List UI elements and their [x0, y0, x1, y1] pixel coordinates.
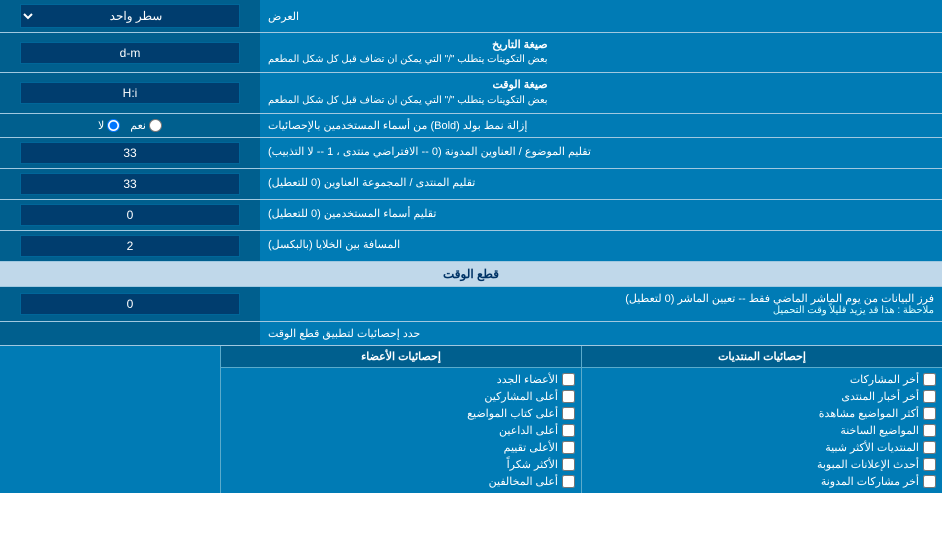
- checkbox-hot-topics[interactable]: [923, 424, 936, 437]
- checkbox-item: أعلى المخالفين: [227, 473, 575, 490]
- trim-forum-input-cell: [0, 169, 260, 199]
- trim-username-label: تقليم أسماء المستخدمين (0 للتعطيل): [260, 200, 942, 230]
- trim-subject-input[interactable]: [20, 142, 240, 164]
- trim-forum-input[interactable]: [20, 173, 240, 195]
- col-members-items: الأعضاء الجدد أعلى المشاركين أعلى كتاب ا…: [221, 368, 581, 493]
- trim-subject-row: تقليم الموضوع / العناوين المدونة (0 -- ا…: [0, 138, 942, 169]
- time-format-input[interactable]: [20, 82, 240, 104]
- checkbox-new-members[interactable]: [562, 373, 575, 386]
- radio-yes: نعم: [130, 119, 162, 132]
- display-select[interactable]: سطر واحد سطران ثلاثة أسطر: [20, 4, 240, 28]
- checkbox-top-posters[interactable]: [562, 390, 575, 403]
- checkbox-item: أعلى المشاركين: [227, 388, 575, 405]
- time-format-input-cell: [0, 73, 260, 112]
- col-members: إحصائيات الأعضاء الأعضاء الجدد أعلى المش…: [220, 346, 581, 493]
- radio-yes-input[interactable]: [149, 119, 162, 132]
- checkbox-item: أخر مشاركات المدونة: [588, 473, 936, 490]
- cell-spacing-label: المسافة بين الخلايا (بالبكسل): [260, 231, 942, 261]
- date-format-row: صيغة التاريخ بعض التكوينات يتطلب "/" الت…: [0, 33, 942, 73]
- limit-row: حدد إحصائيات لتطبيق قطع الوقت: [0, 322, 942, 346]
- trim-subject-input-cell: [0, 138, 260, 168]
- checkbox-most-viewed[interactable]: [923, 407, 936, 420]
- stats-columns: إحصائيات المنتديات أخر المشاركات أخر أخب…: [0, 346, 942, 493]
- checkbox-most-thanked[interactable]: [562, 458, 575, 471]
- display-row: العرض سطر واحد سطران ثلاثة أسطر: [0, 0, 942, 33]
- col-forums: إحصائيات المنتديات أخر المشاركات أخر أخب…: [581, 346, 942, 493]
- checkbox-similar-forums[interactable]: [923, 441, 936, 454]
- trim-subject-label: تقليم الموضوع / العناوين المدونة (0 -- ا…: [260, 138, 942, 168]
- checkbox-highest-rated[interactable]: [562, 441, 575, 454]
- time-format-row: صيغة الوقت بعض التكوينات يتطلب "/" التي …: [0, 73, 942, 113]
- trim-forum-row: تقليم المنتدى / المجموعة العناوين (0 للت…: [0, 169, 942, 200]
- checkbox-item: أعلى كتاب المواضيع: [227, 405, 575, 422]
- checkbox-item: أحدث الإعلانات المبوبة: [588, 456, 936, 473]
- trim-forum-label: تقليم المنتدى / المجموعة العناوين (0 للت…: [260, 169, 942, 199]
- radio-no-input[interactable]: [107, 119, 120, 132]
- col-members-title: إحصائيات الأعضاء: [221, 346, 581, 368]
- time-filter-input[interactable]: [20, 293, 240, 315]
- radio-no: لا: [98, 119, 120, 132]
- checkbox-item: الأكثر شكراً: [227, 456, 575, 473]
- checkbox-top-topic-authors[interactable]: [562, 407, 575, 420]
- checkbox-top-violators[interactable]: [562, 475, 575, 488]
- checkbox-last-posts[interactable]: [923, 373, 936, 386]
- checkbox-item: المواضيع الساخنة: [588, 422, 936, 439]
- trim-username-row: تقليم أسماء المستخدمين (0 للتعطيل): [0, 200, 942, 231]
- trim-username-input[interactable]: [20, 204, 240, 226]
- time-filter-label: فرز البيانات من يوم الماشر الماضي فقط --…: [260, 287, 942, 321]
- checkbox-item: أخر المشاركات: [588, 371, 936, 388]
- cell-spacing-input[interactable]: [20, 235, 240, 257]
- date-format-input-cell: [0, 33, 260, 72]
- checkbox-item: المنتديات الأكثر شبية: [588, 439, 936, 456]
- bold-label: إزالة نمط بولد (Bold) من أسماء المستخدمي…: [260, 114, 942, 137]
- col-forums-title: إحصائيات المنتديات: [582, 346, 942, 368]
- time-filter-row: فرز البيانات من يوم الماشر الماضي فقط --…: [0, 287, 942, 322]
- date-format-input[interactable]: [20, 42, 240, 64]
- display-label: العرض: [260, 0, 942, 32]
- checkbox-item: أكثر المواضيع مشاهدة: [588, 405, 936, 422]
- checkbox-recent-ads[interactable]: [923, 458, 936, 471]
- checkbox-last-news[interactable]: [923, 390, 936, 403]
- date-format-label: صيغة التاريخ بعض التكوينات يتطلب "/" الت…: [260, 33, 942, 72]
- checkbox-last-blog[interactable]: [923, 475, 936, 488]
- checkbox-item: الأعضاء الجدد: [227, 371, 575, 388]
- trim-username-input-cell: [0, 200, 260, 230]
- checkbox-item: أعلى الداعين: [227, 422, 575, 439]
- bold-row: إزالة نمط بولد (Bold) من أسماء المستخدمي…: [0, 114, 942, 138]
- limit-spacer: [0, 322, 260, 345]
- checkbox-item: الأعلى تقييم: [227, 439, 575, 456]
- time-section-header: قطع الوقت: [0, 262, 942, 287]
- cell-spacing-row: المسافة بين الخلايا (بالبكسل): [0, 231, 942, 262]
- col-empty: [0, 346, 220, 493]
- checkbox-item: أخر أخبار المنتدى: [588, 388, 936, 405]
- display-input-cell: سطر واحد سطران ثلاثة أسطر: [0, 0, 260, 32]
- bold-radio-cell: نعم لا: [0, 114, 260, 137]
- cell-spacing-input-cell: [0, 231, 260, 261]
- time-format-label: صيغة الوقت بعض التكوينات يتطلب "/" التي …: [260, 73, 942, 112]
- col-forums-items: أخر المشاركات أخر أخبار المنتدى أكثر الم…: [582, 368, 942, 493]
- limit-label: حدد إحصائيات لتطبيق قطع الوقت: [260, 322, 942, 345]
- checkbox-top-inviters[interactable]: [562, 424, 575, 437]
- time-filter-input-cell: [0, 287, 260, 321]
